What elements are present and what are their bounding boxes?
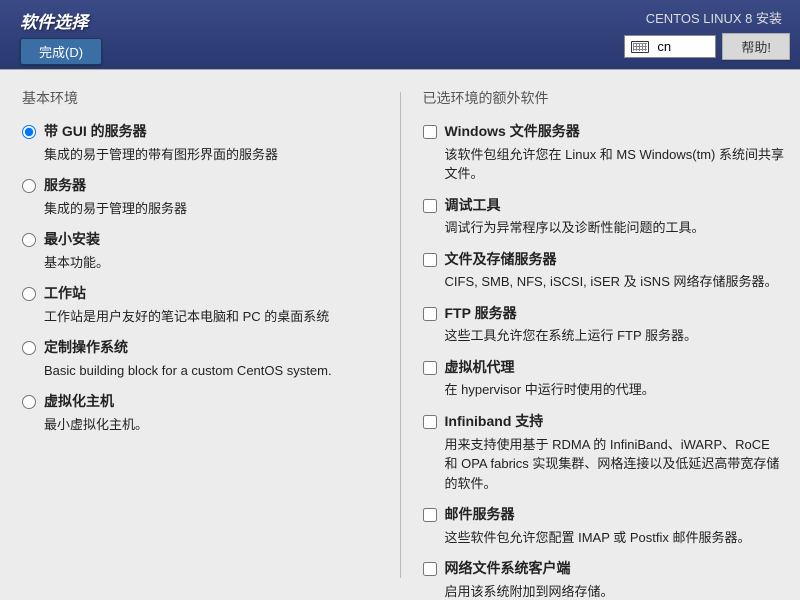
option-label: 定制操作系统 (44, 338, 386, 358)
base-env-radio[interactable] (22, 341, 36, 355)
base-env-list: 带 GUI 的服务器集成的易于管理的带有图形界面的服务器服务器集成的易于管理的服… (22, 122, 386, 435)
option-label: 调试工具 (445, 196, 787, 216)
addon-checkbox[interactable] (423, 307, 437, 321)
header-right: CENTOS LINUX 8 安装 cn 帮助! (614, 0, 800, 69)
option-body: 服务器集成的易于管理的服务器 (44, 176, 386, 218)
option-desc: 基本功能。 (44, 253, 386, 273)
addons-column: 已选环境的额外软件 Windows 文件服务器该软件包组允许您在 Linux 和… (401, 70, 800, 600)
option-label: 服务器 (44, 176, 386, 196)
content: 基本环境 带 GUI 的服务器集成的易于管理的带有图形界面的服务器服务器集成的易… (0, 70, 800, 600)
header-left: 软件选择 完成(D) (0, 0, 122, 69)
addon-checkbox[interactable] (423, 562, 437, 576)
option-desc: 该软件包组允许您在 Linux 和 MS Windows(tm) 系统间共享文件… (445, 145, 787, 184)
keyboard-layout-code: cn (657, 39, 671, 54)
header: 软件选择 完成(D) CENTOS LINUX 8 安装 cn 帮助! (0, 0, 800, 70)
option-body: 文件及存储服务器CIFS, SMB, NFS, iSCSI, iSER 及 iS… (445, 250, 787, 292)
base-env-title: 基本环境 (22, 88, 386, 108)
base-env-radio[interactable] (22, 395, 36, 409)
keyboard-icon (631, 41, 649, 53)
option-desc: 用来支持使用基于 RDMA 的 InfiniBand、iWARP、RoCE 和 … (445, 435, 787, 494)
help-button[interactable]: 帮助! (722, 33, 790, 60)
option-label: 文件及存储服务器 (445, 250, 787, 270)
option-body: 虚拟化主机最小虚拟化主机。 (44, 392, 386, 434)
base-env-radio[interactable] (22, 287, 36, 301)
option-body: Windows 文件服务器该软件包组允许您在 Linux 和 MS Window… (445, 122, 787, 184)
option-label: 最小安装 (44, 230, 386, 250)
option-desc: 工作站是用户友好的笔记本电脑和 PC 的桌面系统 (44, 307, 386, 327)
addons-list: Windows 文件服务器该软件包组允许您在 Linux 和 MS Window… (423, 122, 787, 600)
base-env-radio[interactable] (22, 233, 36, 247)
option-label: 工作站 (44, 284, 386, 304)
option-desc: 启用该系统附加到网络存储。 (445, 582, 787, 600)
install-label: CENTOS LINUX 8 安装 (646, 8, 790, 27)
base-env-option: 最小安装基本功能。 (22, 230, 386, 272)
option-label: 带 GUI 的服务器 (44, 122, 386, 142)
addon-option: Infiniband 支持用来支持使用基于 RDMA 的 InfiniBand、… (423, 412, 787, 493)
option-body: Infiniband 支持用来支持使用基于 RDMA 的 InfiniBand、… (445, 412, 787, 493)
option-desc: CIFS, SMB, NFS, iSCSI, iSER 及 iSNS 网络存储服… (445, 272, 787, 292)
addon-checkbox[interactable] (423, 253, 437, 267)
base-env-option: 虚拟化主机最小虚拟化主机。 (22, 392, 386, 434)
option-desc: 在 hypervisor 中运行时使用的代理。 (445, 380, 787, 400)
addon-option: 邮件服务器这些软件包允许您配置 IMAP 或 Postfix 邮件服务器。 (423, 505, 787, 547)
addon-checkbox[interactable] (423, 199, 437, 213)
addon-option: 虚拟机代理在 hypervisor 中运行时使用的代理。 (423, 358, 787, 400)
option-desc: 这些工具允许您在系统上运行 FTP 服务器。 (445, 326, 787, 346)
addon-checkbox[interactable] (423, 125, 437, 139)
option-body: FTP 服务器这些工具允许您在系统上运行 FTP 服务器。 (445, 304, 787, 346)
addon-checkbox[interactable] (423, 508, 437, 522)
option-body: 定制操作系统 Basic building block for a custom … (44, 338, 386, 380)
option-body: 最小安装基本功能。 (44, 230, 386, 272)
base-env-option: 定制操作系统 Basic building block for a custom … (22, 338, 386, 380)
option-body: 网络文件系统客户端启用该系统附加到网络存储。 (445, 559, 787, 600)
option-body: 工作站工作站是用户友好的笔记本电脑和 PC 的桌面系统 (44, 284, 386, 326)
done-button[interactable]: 完成(D) (20, 38, 102, 65)
option-label: FTP 服务器 (445, 304, 787, 324)
addon-option: 网络文件系统客户端启用该系统附加到网络存储。 (423, 559, 787, 600)
option-desc: 调试行为异常程序以及诊断性能问题的工具。 (445, 218, 787, 238)
option-desc: 这些软件包允许您配置 IMAP 或 Postfix 邮件服务器。 (445, 528, 787, 548)
base-env-radio[interactable] (22, 179, 36, 193)
option-desc: 集成的易于管理的服务器 (44, 199, 386, 219)
addon-checkbox[interactable] (423, 415, 437, 429)
addon-option: Windows 文件服务器该软件包组允许您在 Linux 和 MS Window… (423, 122, 787, 184)
addon-option: FTP 服务器这些工具允许您在系统上运行 FTP 服务器。 (423, 304, 787, 346)
base-environment-column: 基本环境 带 GUI 的服务器集成的易于管理的带有图形界面的服务器服务器集成的易… (0, 70, 400, 600)
option-desc: 最小虚拟化主机。 (44, 415, 386, 435)
base-env-radio[interactable] (22, 125, 36, 139)
addons-title: 已选环境的额外软件 (423, 88, 787, 108)
option-label: 虚拟化主机 (44, 392, 386, 412)
option-body: 带 GUI 的服务器集成的易于管理的带有图形界面的服务器 (44, 122, 386, 164)
keyboard-layout-selector[interactable]: cn (624, 35, 716, 58)
option-label: Infiniband 支持 (445, 412, 787, 432)
header-controls: cn 帮助! (624, 33, 790, 60)
option-desc: Basic building block for a custom CentOS… (44, 361, 386, 381)
base-env-option: 工作站工作站是用户友好的笔记本电脑和 PC 的桌面系统 (22, 284, 386, 326)
base-env-option: 带 GUI 的服务器集成的易于管理的带有图形界面的服务器 (22, 122, 386, 164)
addon-option: 调试工具调试行为异常程序以及诊断性能问题的工具。 (423, 196, 787, 238)
page-title: 软件选择 (20, 8, 102, 33)
base-env-option: 服务器集成的易于管理的服务器 (22, 176, 386, 218)
option-label: 邮件服务器 (445, 505, 787, 525)
option-label: Windows 文件服务器 (445, 122, 787, 142)
addon-option: 文件及存储服务器CIFS, SMB, NFS, iSCSI, iSER 及 iS… (423, 250, 787, 292)
addon-checkbox[interactable] (423, 361, 437, 375)
option-desc: 集成的易于管理的带有图形界面的服务器 (44, 145, 386, 165)
option-body: 虚拟机代理在 hypervisor 中运行时使用的代理。 (445, 358, 787, 400)
option-label: 虚拟机代理 (445, 358, 787, 378)
option-body: 调试工具调试行为异常程序以及诊断性能问题的工具。 (445, 196, 787, 238)
option-label: 网络文件系统客户端 (445, 559, 787, 579)
option-body: 邮件服务器这些软件包允许您配置 IMAP 或 Postfix 邮件服务器。 (445, 505, 787, 547)
